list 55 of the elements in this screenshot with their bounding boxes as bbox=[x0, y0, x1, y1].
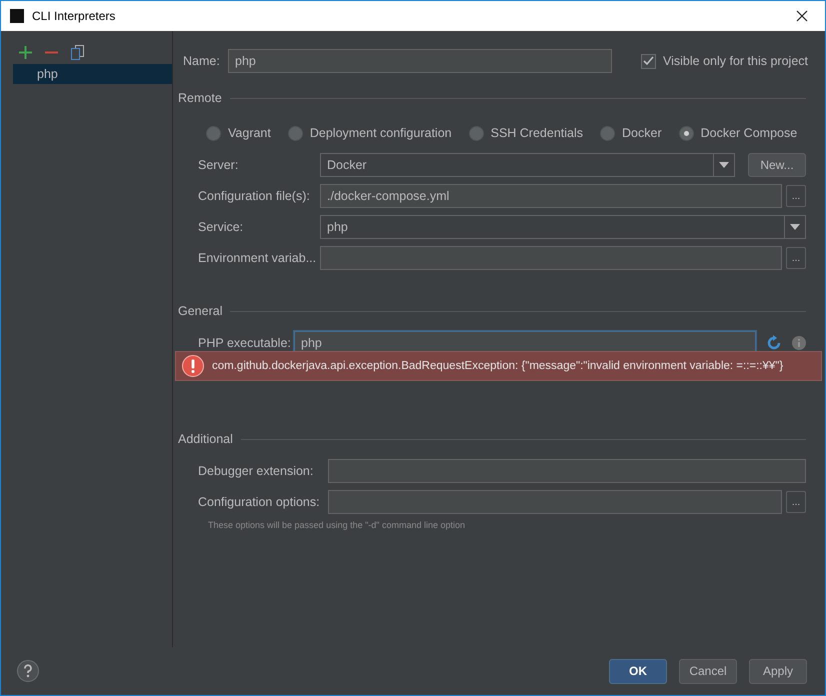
radio-label: Deployment configuration bbox=[310, 126, 452, 140]
browse-button[interactable]: ... bbox=[786, 491, 806, 513]
error-icon bbox=[182, 355, 204, 377]
input-field[interactable] bbox=[328, 490, 782, 514]
caret-icon bbox=[719, 162, 729, 168]
field-label: PHP executable: bbox=[198, 336, 292, 350]
sidebar-item[interactable]: php bbox=[13, 64, 172, 84]
refresh-button[interactable] bbox=[766, 335, 782, 351]
dialog-button[interactable]: Apply bbox=[749, 658, 807, 684]
app-logo-icon bbox=[10, 9, 24, 23]
dropdown[interactable]: php bbox=[320, 215, 806, 239]
field-label: Configuration file(s): bbox=[198, 189, 311, 203]
radio-label: Docker bbox=[622, 126, 662, 140]
radio-button[interactable] bbox=[678, 126, 694, 140]
checkbox[interactable] bbox=[641, 54, 656, 68]
plus-icon bbox=[19, 46, 32, 58]
help-button[interactable] bbox=[17, 660, 39, 682]
radio-label: Docker Compose bbox=[700, 126, 798, 140]
browse-button[interactable]: ... bbox=[786, 247, 806, 269]
name-field[interactable]: php bbox=[228, 49, 612, 73]
radio-label: SSH Credentials bbox=[490, 126, 584, 140]
field-label: Configuration options: bbox=[198, 495, 321, 509]
field-label: Server: bbox=[198, 158, 240, 172]
section-title: Remote bbox=[178, 91, 222, 105]
section-title: General bbox=[178, 304, 222, 318]
dialog-button[interactable]: OK bbox=[609, 658, 667, 684]
dropdown[interactable]: Docker bbox=[320, 153, 735, 177]
field-label: Name: bbox=[182, 54, 221, 68]
add-button[interactable] bbox=[19, 46, 32, 58]
hint-text: These options will be passed using the "-d" command line option bbox=[207, 520, 466, 530]
field-label: Debugger extension: bbox=[198, 464, 314, 478]
radio-button[interactable] bbox=[468, 126, 484, 140]
field-label: Environment variab... bbox=[198, 251, 318, 265]
question-icon bbox=[17, 660, 39, 682]
field-label: Service: bbox=[198, 220, 244, 234]
copy-button[interactable] bbox=[71, 44, 84, 60]
input-field[interactable] bbox=[320, 246, 782, 270]
radio-button[interactable] bbox=[600, 126, 616, 140]
radio-label: Vagrant bbox=[228, 126, 271, 140]
close-icon bbox=[796, 10, 808, 22]
copy-icon bbox=[71, 44, 84, 60]
new-button[interactable]: New... bbox=[748, 153, 806, 177]
input-field[interactable]: ./docker-compose.yml bbox=[320, 184, 782, 208]
section-title: Additional bbox=[178, 432, 233, 446]
info-icon bbox=[792, 336, 806, 350]
window-title: CLI Interpreters bbox=[32, 9, 116, 23]
caret-icon bbox=[790, 224, 800, 230]
radio-button[interactable] bbox=[288, 126, 303, 140]
radio-button[interactable] bbox=[206, 126, 221, 140]
input-field[interactable] bbox=[328, 459, 806, 483]
dialog-button[interactable]: Cancel bbox=[679, 658, 737, 684]
refresh-icon bbox=[766, 335, 782, 351]
browse-button[interactable]: ... bbox=[786, 185, 806, 207]
error-message: com.github.dockerjava.api.exception.BadRequestException: {"message":"invalid environment variable: =::=::¥¥"} bbox=[212, 360, 784, 372]
checkbox-label: Visible only for this project bbox=[663, 54, 808, 68]
